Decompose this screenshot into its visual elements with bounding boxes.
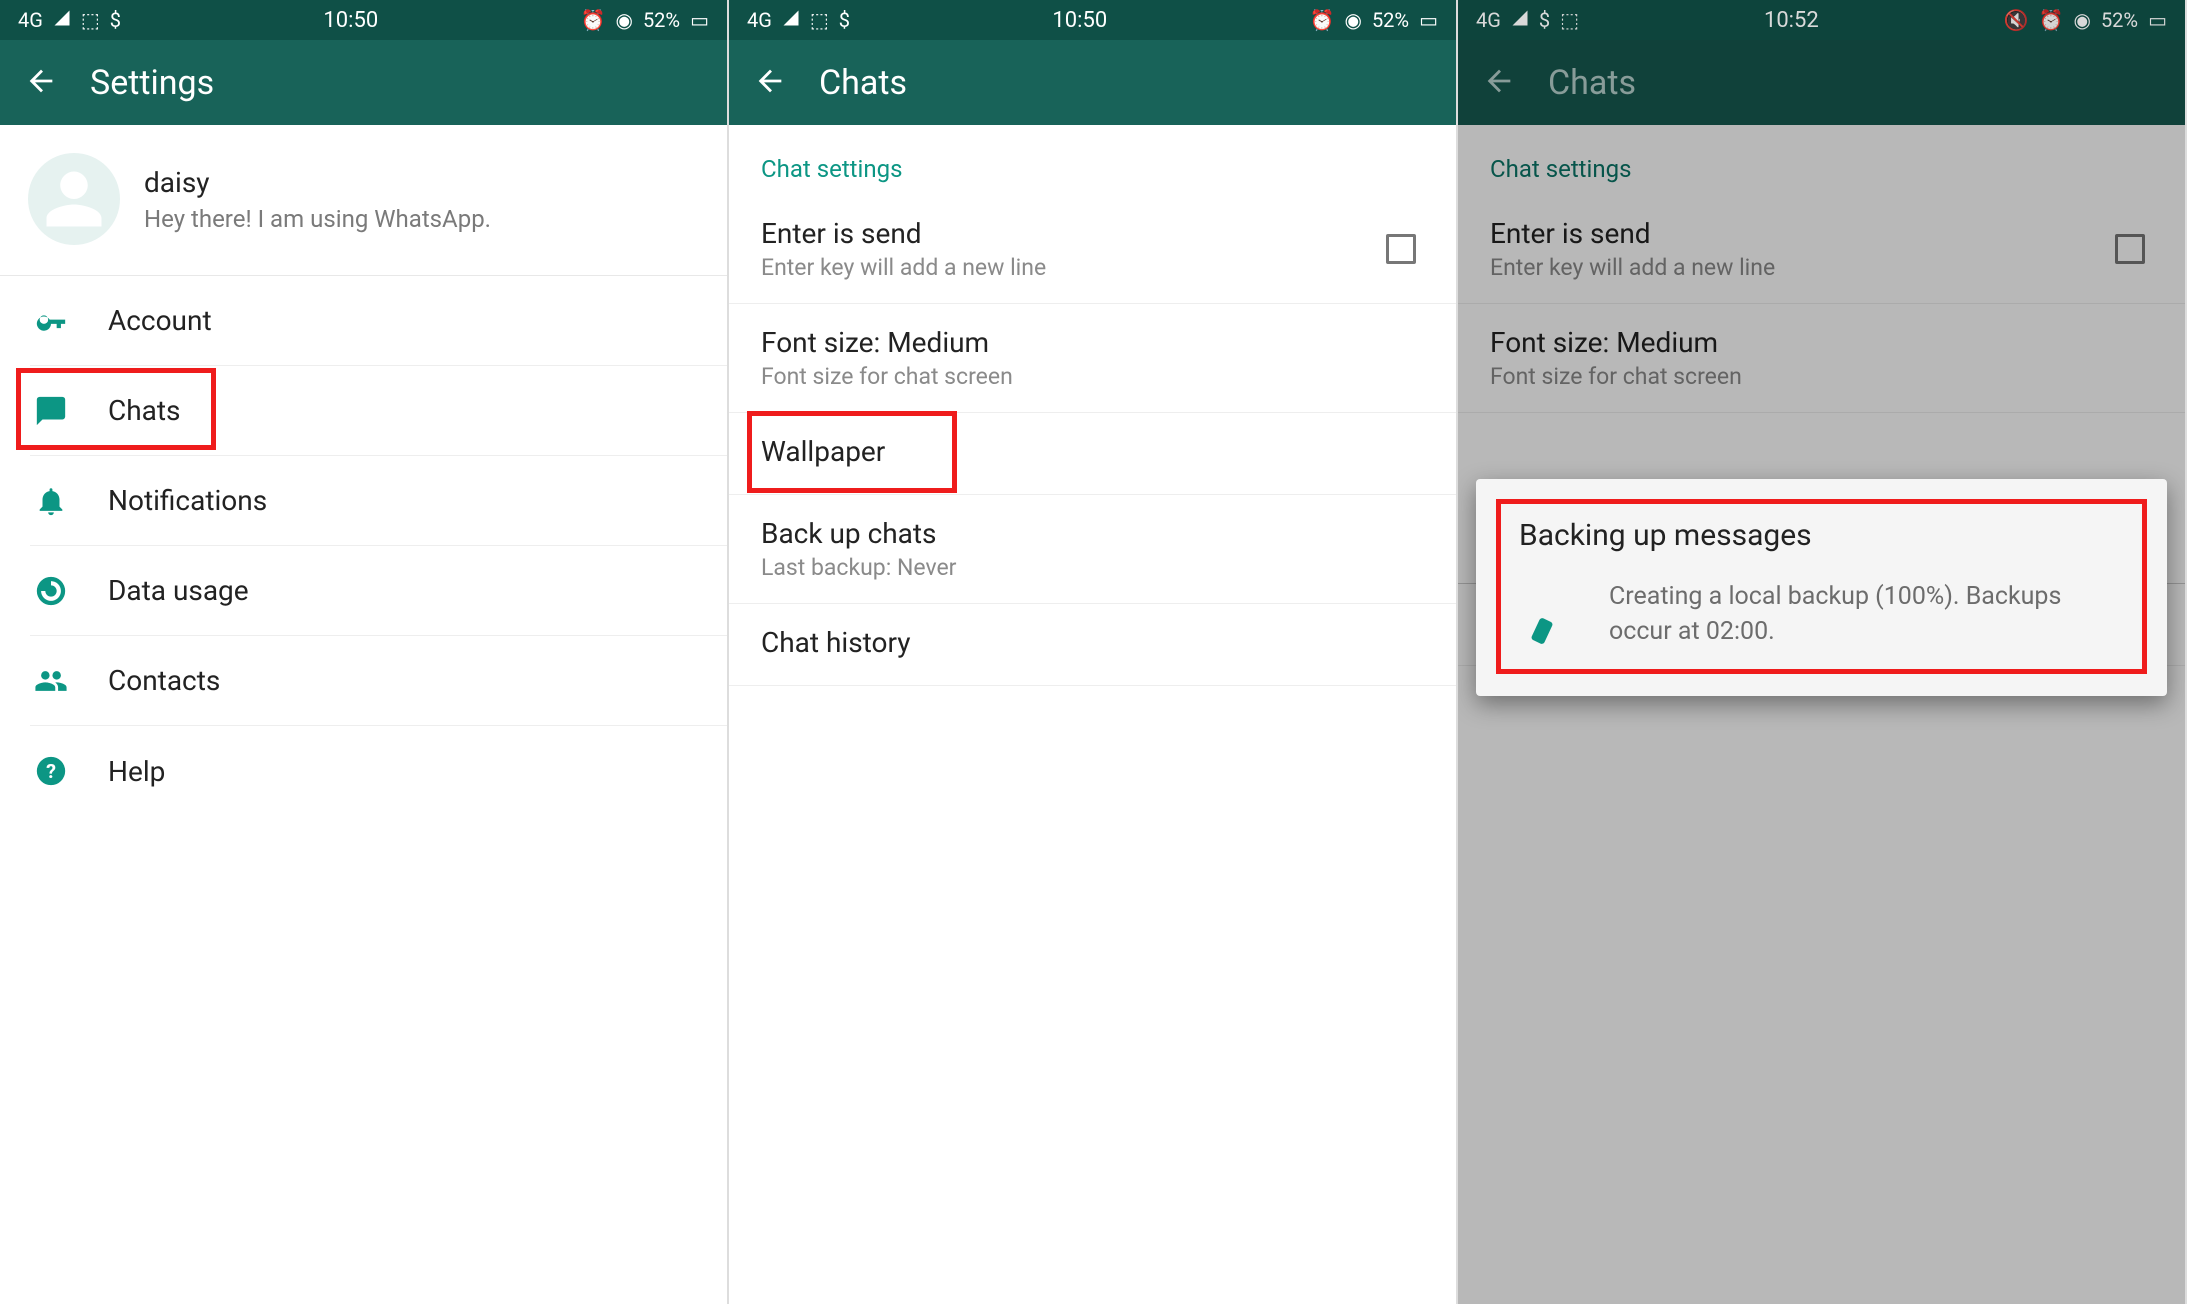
battery-icon: ▭ [2148, 8, 2167, 32]
chat-icon [30, 394, 72, 428]
network-label: 4G [18, 8, 43, 32]
page-title: Settings [90, 63, 214, 103]
app-bar: Chats [729, 40, 1456, 125]
setting-subtitle: Last backup: Never [761, 554, 956, 581]
menu-label: Account [108, 304, 212, 337]
setting-subtitle: Enter key will add a new line [761, 254, 1046, 281]
svg-text:?: ? [46, 760, 56, 783]
profile-name: daisy [144, 166, 491, 199]
status-icon: $ [1539, 8, 1550, 32]
help-icon: ? [30, 754, 72, 788]
network-label: 4G [747, 8, 772, 32]
avatar [28, 153, 120, 245]
back-icon[interactable] [24, 64, 58, 102]
status-bar: 4G $ ⬚ 10:52 🔇 ⏰ ◉ 52% ▭ [1458, 0, 2185, 40]
setting-title: Chat history [761, 626, 911, 659]
menu-chats[interactable]: Chats [30, 366, 727, 456]
profile-row[interactable]: daisy Hey there! I am using WhatsApp. [0, 125, 727, 276]
dialog-message: Creating a local backup (100%). Backups … [1609, 579, 2124, 649]
contacts-icon [30, 664, 72, 698]
dialog-title: Backing up messages [1519, 518, 2124, 553]
section-header: Chat settings [729, 125, 1456, 195]
screen-settings: 4G ⬚ $ 10:50 ⏰ ◉ 52% ▭ Settings daisy He… [0, 0, 729, 1304]
wifi-icon: ◉ [2073, 8, 2090, 32]
status-icon: ⬚ [81, 8, 100, 32]
alarm-icon: ⏰ [581, 8, 606, 32]
battery-label: 52% [1372, 8, 1409, 32]
page-title: Chats [1548, 63, 1636, 103]
setting-chat-history[interactable]: Chat history [729, 604, 1456, 686]
app-bar: Settings [0, 40, 727, 125]
wifi-icon: ◉ [615, 8, 632, 32]
chats-content: Chat settings Enter is send Enter key wi… [729, 125, 1456, 1304]
backup-dialog: Backing up messages Creating a local bac… [1476, 479, 2167, 696]
setting-backup-chats[interactable]: Back up chats Last backup: Never [729, 495, 1456, 604]
setting-font-size[interactable]: Font size: Medium Font size for chat scr… [729, 304, 1456, 413]
back-icon[interactable] [753, 64, 787, 102]
signal-icon [1511, 8, 1529, 32]
menu-label: Contacts [108, 664, 220, 697]
spinner-icon [1519, 589, 1569, 639]
menu-account[interactable]: Account [30, 276, 727, 366]
status-icon: $ [110, 8, 121, 32]
menu-label: Notifications [108, 484, 267, 517]
screen-chats: 4G ⬚ $ 10:50 ⏰ ◉ 52% ▭ Chats Chat settin… [729, 0, 1458, 1304]
app-bar: Chats [1458, 40, 2185, 125]
battery-icon: ▭ [1419, 8, 1438, 32]
setting-title: Wallpaper [761, 435, 885, 468]
setting-title: Enter is send [761, 217, 1046, 250]
network-label: 4G [1476, 8, 1501, 32]
menu-help[interactable]: ? Help [30, 726, 727, 816]
highlight-box: Backing up messages Creating a local bac… [1496, 499, 2147, 674]
clock: 10:52 [1764, 8, 1819, 33]
menu-contacts[interactable]: Contacts [30, 636, 727, 726]
status-bar: 4G ⬚ $ 10:50 ⏰ ◉ 52% ▭ [0, 0, 727, 40]
battery-icon: ▭ [690, 8, 709, 32]
menu-label: Data usage [108, 574, 249, 607]
mute-icon: 🔇 [2004, 8, 2029, 32]
setting-enter-is-send[interactable]: Enter is send Enter key will add a new l… [729, 195, 1456, 304]
back-icon[interactable] [1482, 64, 1516, 102]
battery-label: 52% [2101, 8, 2138, 32]
signal-icon [782, 8, 800, 32]
setting-subtitle: Font size for chat screen [761, 363, 1013, 390]
menu-notifications[interactable]: Notifications [30, 456, 727, 546]
alarm-icon: ⏰ [1310, 8, 1335, 32]
page-title: Chats [819, 63, 907, 103]
settings-content: daisy Hey there! I am using WhatsApp. Ac… [0, 125, 727, 1304]
clock: 10:50 [1052, 8, 1107, 33]
setting-title: Back up chats [761, 517, 956, 550]
checkbox[interactable] [1386, 234, 1416, 264]
menu-data-usage[interactable]: Data usage [30, 546, 727, 636]
key-icon [30, 304, 72, 338]
menu-label: Help [108, 755, 165, 788]
setting-title: Font size: Medium [761, 326, 1013, 359]
status-icon: ⬚ [1560, 8, 1579, 32]
bell-icon [30, 484, 72, 518]
chats-content-dimmed: Chat settings Enter is send Enter key wi… [1458, 125, 2185, 1304]
data-icon [30, 574, 72, 608]
profile-status: Hey there! I am using WhatsApp. [144, 205, 491, 233]
screen-backup-dialog: 4G $ ⬚ 10:52 🔇 ⏰ ◉ 52% ▭ Chats Chat sett… [1458, 0, 2187, 1304]
status-icon: $ [839, 8, 850, 32]
battery-label: 52% [643, 8, 680, 32]
clock: 10:50 [323, 8, 378, 33]
status-bar: 4G ⬚ $ 10:50 ⏰ ◉ 52% ▭ [729, 0, 1456, 40]
menu-label: Chats [108, 394, 181, 427]
status-icon: ⬚ [810, 8, 829, 32]
alarm-icon: ⏰ [2039, 8, 2064, 32]
wifi-icon: ◉ [1344, 8, 1361, 32]
setting-wallpaper[interactable]: Wallpaper [729, 413, 1456, 495]
signal-icon [53, 8, 71, 32]
